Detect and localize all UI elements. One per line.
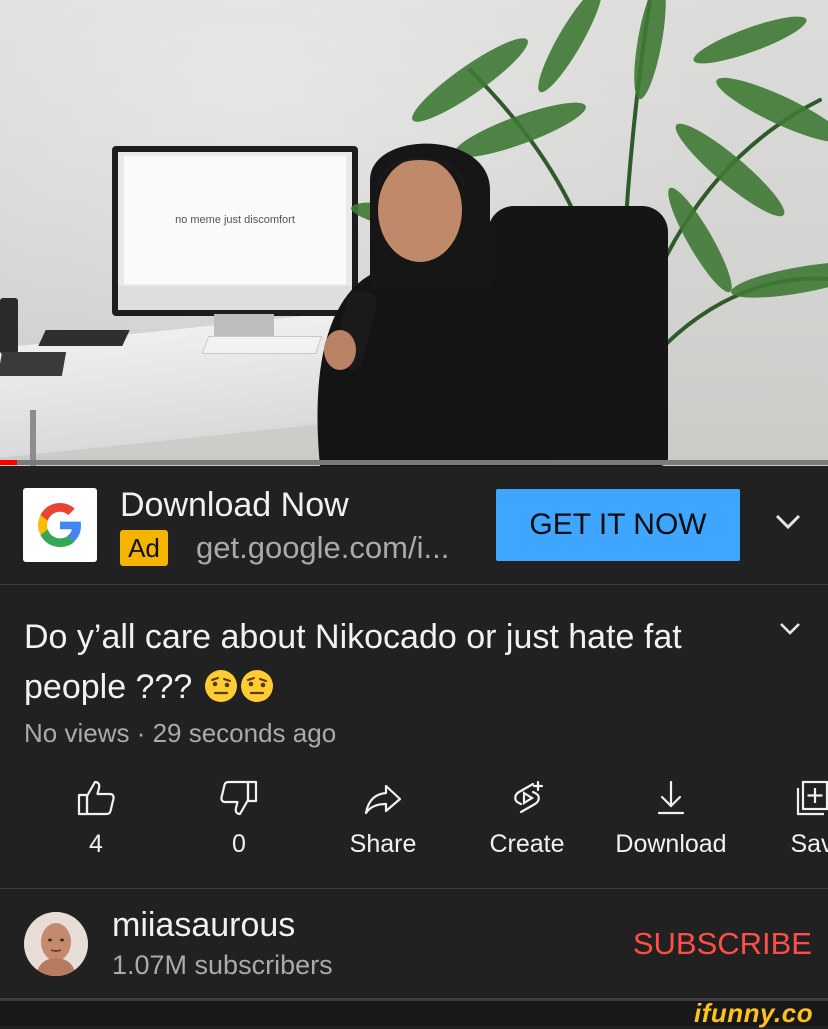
download-button[interactable]: Download xyxy=(601,778,741,878)
face-with-raised-eyebrow-icon xyxy=(204,670,237,702)
download-icon xyxy=(657,780,685,815)
download-label: Download xyxy=(615,830,727,858)
dislike-count: 0 xyxy=(232,830,246,858)
save-button[interactable]: Sav xyxy=(742,778,828,878)
description-expand-chevron-down-icon[interactable] xyxy=(778,620,802,638)
face-with-raised-eyebrow-icon xyxy=(240,670,273,702)
video-mousepad xyxy=(38,330,130,346)
like-button[interactable]: 4 xyxy=(26,778,166,878)
like-count: 4 xyxy=(89,830,103,858)
create-button[interactable]: Create xyxy=(457,778,597,878)
video-title-text: Do y’all care about Nikocado or just hat… xyxy=(24,618,682,706)
google-logo-icon xyxy=(23,488,97,562)
ad-get-it-now-button[interactable]: GET IT NOW xyxy=(496,489,740,561)
ad-banner[interactable]: Download Now Ad get.google.com/i... GET … xyxy=(0,466,828,585)
share-arrow-icon xyxy=(364,784,402,815)
subscriber-count: 1.07M subscribers xyxy=(112,950,333,980)
video-meta: No views · 29 seconds ago xyxy=(24,718,337,748)
share-label: Share xyxy=(349,830,417,858)
video-person xyxy=(317,143,550,466)
video-monitor-stand xyxy=(214,314,274,338)
ad-badge: Ad xyxy=(120,530,168,566)
video-title[interactable]: Do y’all care about Nikocado or just hat… xyxy=(24,612,744,712)
subscribe-button[interactable]: SUBSCRIBE xyxy=(622,922,812,966)
ifunny-watermark: ifunny.co xyxy=(694,998,814,1028)
ad-expand-chevron-down-icon[interactable] xyxy=(774,512,802,532)
video-progress-bar[interactable] xyxy=(0,460,828,465)
video-progress-fill xyxy=(0,460,17,465)
ad-url[interactable]: get.google.com/i... xyxy=(196,530,449,566)
ad-title[interactable]: Download Now xyxy=(120,486,349,525)
create-label: Create xyxy=(489,830,565,858)
video-desk-leg xyxy=(30,410,36,466)
channel-name[interactable]: miiasaurous xyxy=(112,906,295,945)
video-notebook xyxy=(0,352,67,376)
channel-avatar[interactable] xyxy=(24,912,88,976)
video-player[interactable]: no meme just discomfort xyxy=(0,0,828,466)
avatar-portrait-icon xyxy=(24,912,88,976)
thumbs-down-icon xyxy=(220,780,258,816)
video-speaker xyxy=(0,298,18,354)
action-bar: 4 0 Share Create Download Sav xyxy=(0,778,828,888)
save-playlist-add-icon xyxy=(796,780,828,816)
divider xyxy=(0,888,828,889)
share-button[interactable]: Share xyxy=(313,778,453,878)
dislike-button[interactable]: 0 xyxy=(169,778,309,878)
create-shorts-icon xyxy=(514,780,544,814)
save-label: Sav xyxy=(790,830,828,858)
thumbs-up-icon xyxy=(77,780,115,816)
